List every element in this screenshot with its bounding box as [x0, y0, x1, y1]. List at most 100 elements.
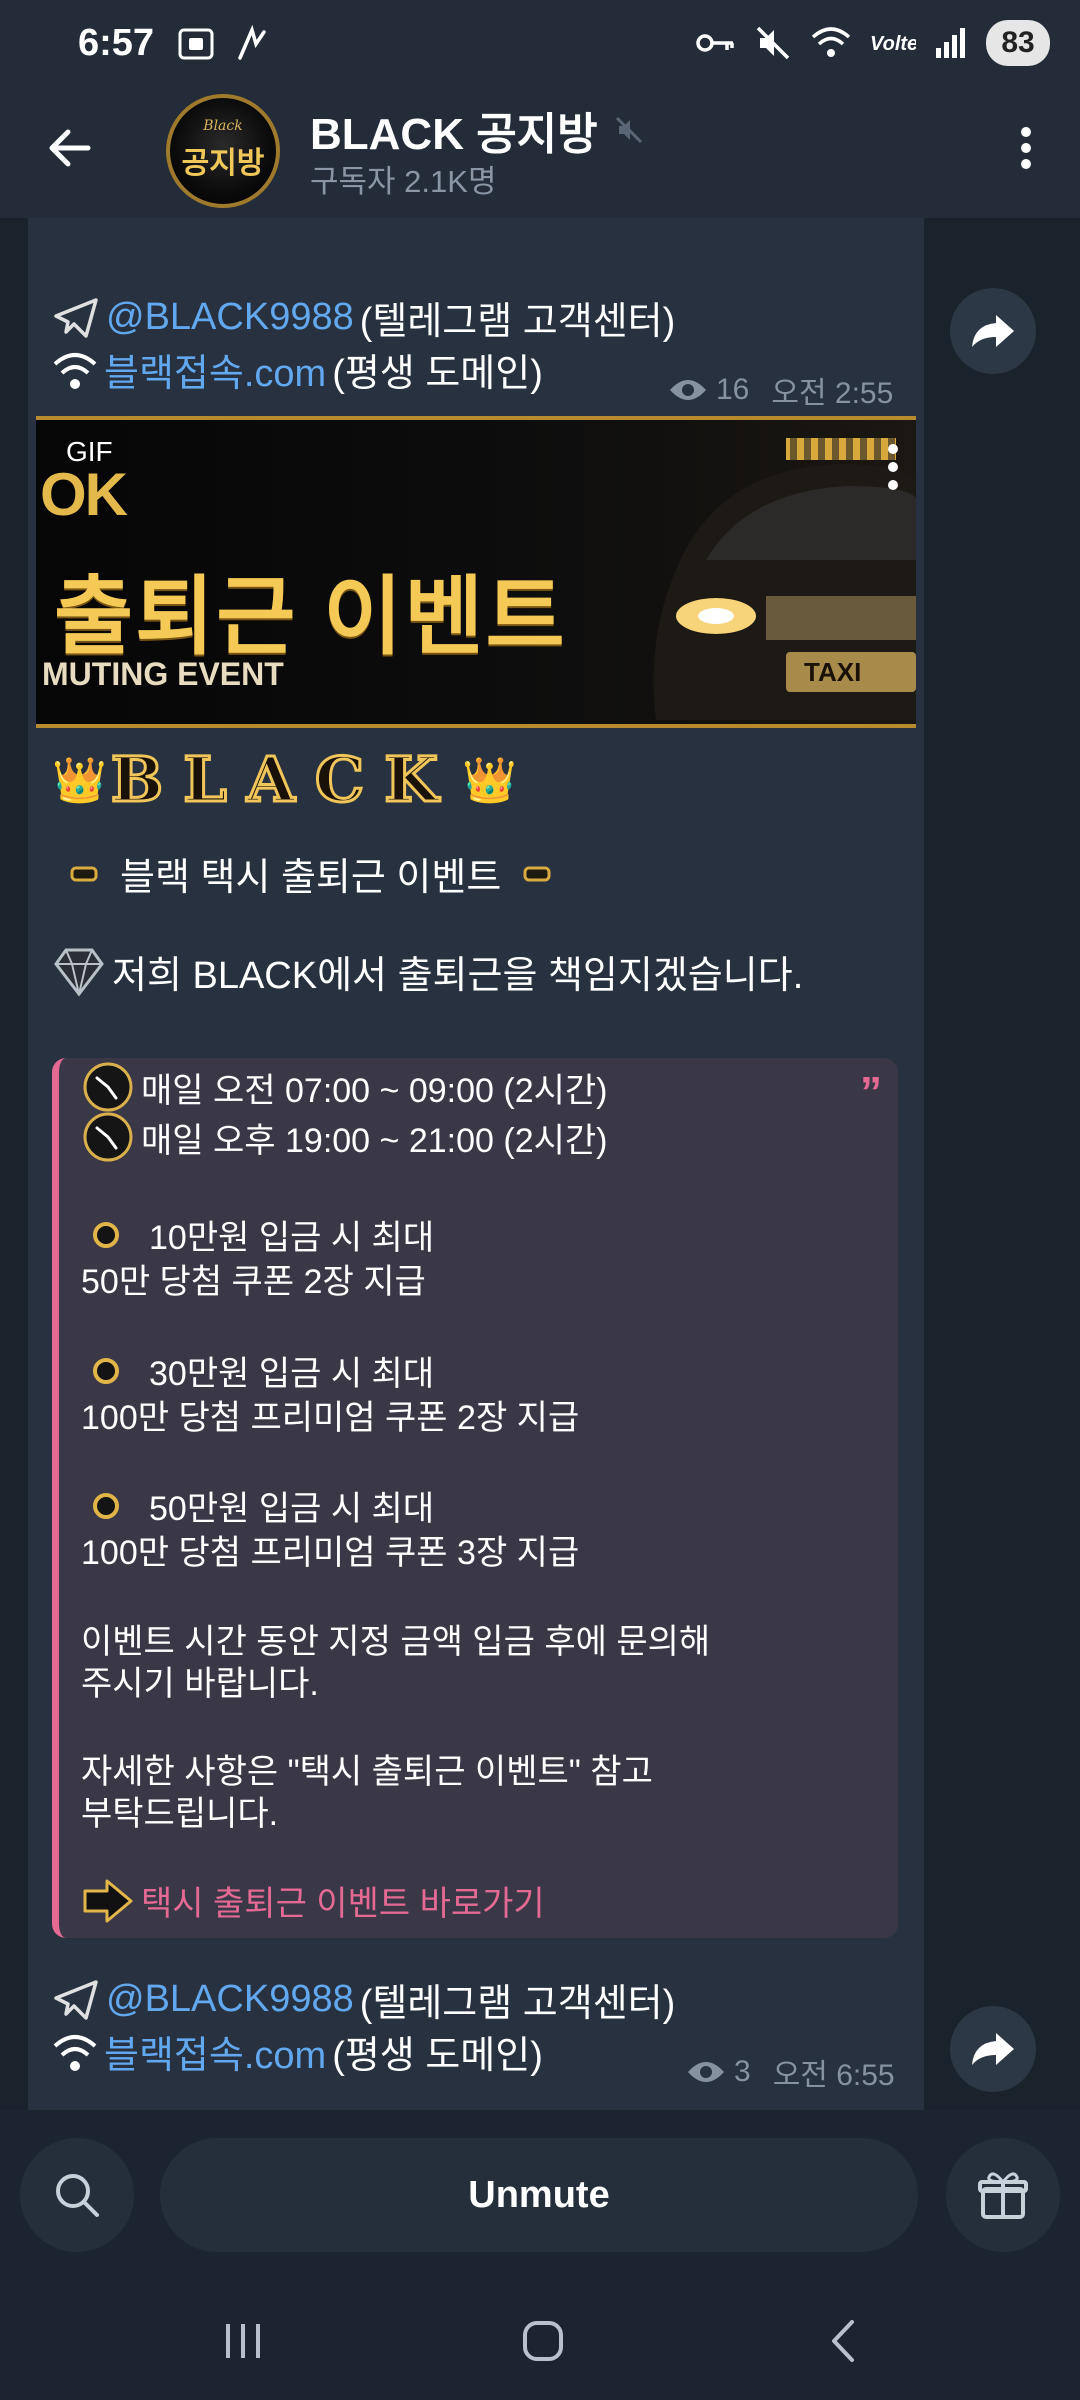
schedule-line: 매일 오후 19:00 ~ 21:00 (2시간) — [81, 1110, 608, 1164]
view-count: 16 — [716, 373, 750, 406]
telegram-suffix: (텔레그램 고객센터) — [359, 1983, 676, 2025]
headline-text: 블랙 택시 출퇴근 이벤트 — [120, 857, 502, 899]
message-time: 오전 6:55 — [772, 2059, 895, 2092]
diamond-icon — [54, 948, 104, 996]
arrow-left-icon — [49, 129, 91, 167]
taxi-badge-text: TAXI — [804, 657, 861, 687]
domain-link[interactable]: 블랙접속.com — [104, 2024, 326, 2079]
quote-icon: ” — [860, 1068, 882, 1117]
domain-line: 블랙접속.com (평생 도메인) — [52, 2024, 543, 2079]
avatar-small-text: Black — [203, 118, 243, 134]
tier-title: 50만원 입금 시 최대 — [81, 1481, 434, 1530]
note-line: 주시기 바랍니다. — [81, 1665, 319, 1703]
system-nav-bar — [0, 2280, 1080, 2400]
chevron-left-icon — [832, 2320, 854, 2362]
coin-icon — [93, 1492, 119, 1519]
telegram-handle-link[interactable]: @BLACK9988 — [106, 1978, 354, 2021]
unmute-button[interactable]: Unmute — [160, 2138, 918, 2252]
crown-icon: 👑 — [52, 754, 107, 806]
gif-subtitle: MUTING EVENT — [42, 656, 284, 692]
view-count: 3 — [734, 2055, 751, 2088]
tier-1-desc: 50만 당첨 쿠폰 2장 지급 — [81, 1263, 426, 1301]
telegram-suffix: (텔레그램 고객센터) — [359, 301, 676, 343]
share-arrow-icon — [972, 315, 1014, 347]
channel-title[interactable]: BLACK 공지방 — [310, 98, 644, 162]
home-button[interactable] — [508, 2306, 578, 2376]
schedule-evening: 매일 오후 19:00 ~ 21:00 (2시간) — [141, 1121, 608, 1160]
message-time: 오전 2:55 — [771, 377, 894, 410]
volte-icon: Volte — [870, 33, 916, 55]
event-link[interactable]: 택시 출퇴근 이벤트 바로가기 — [141, 1876, 545, 1925]
intro-line: 저희 BLACK에서 출퇴근을 책임지겠습니다. — [52, 944, 803, 999]
gif-media[interactable]: GIF OK 출퇴근 이벤트 MUTING EVENT TAXI — [36, 416, 916, 728]
search-icon — [56, 2174, 99, 2217]
schedule-morning: 매일 오전 07:00 ~ 09:00 (2시간) — [141, 1071, 608, 1110]
brand-text: BLACK — [109, 742, 459, 818]
telegram-icon — [54, 297, 98, 338]
intro-text: 저희 BLACK에서 출퇴근을 책임지겠습니다. — [112, 955, 804, 997]
channel-avatar[interactable]: Black 공지방 — [166, 94, 280, 208]
top-bar: 6:57 Volte 83 Black 공지방 BLACK 공지방 구독자 2.… — [0, 0, 1080, 218]
wifi-icon — [53, 2034, 97, 2071]
telegram-handle-link[interactable]: @BLACK9988 — [106, 296, 354, 339]
event-quote-block: ” 매일 오전 07:00 ~ 09:00 (2시간) 매일 오후 19:00 … — [52, 1058, 898, 1938]
forward-button[interactable] — [950, 2006, 1036, 2092]
event-link-line[interactable]: 택시 출퇴근 이벤트 바로가기 — [81, 1876, 545, 1925]
dash-icon — [523, 866, 551, 881]
status-bar: 6:57 Volte 83 — [0, 0, 1080, 90]
nfc-icon — [238, 24, 266, 60]
taxi-car-image: TAXI — [653, 438, 916, 720]
schedule-line: 매일 오전 07:00 ~ 09:00 (2시간) — [81, 1060, 608, 1114]
signal-icon — [936, 28, 965, 58]
channel-subscribers: 구독자 2.1K명 — [310, 164, 497, 199]
headline-line: 블랙 택시 출퇴근 이벤트 — [70, 846, 551, 901]
domain-suffix: (평생 도메인) — [332, 353, 543, 395]
coin-icon — [93, 1221, 119, 1248]
gift-icon — [978, 2172, 1028, 2219]
muted-icon — [615, 116, 642, 144]
status-time: 6:57 — [78, 22, 155, 64]
tier-2-title: 30만원 입금 시 최대 — [149, 1355, 435, 1393]
domain-suffix: (평생 도메인) — [332, 2035, 543, 2077]
telegram-line: @BLACK9988 (텔레그램 고객센터) — [52, 290, 675, 345]
more-options-button[interactable] — [996, 118, 1056, 178]
gif-text-top: OK — [40, 461, 128, 528]
search-button[interactable] — [20, 2138, 134, 2252]
key-icon — [696, 34, 734, 52]
back-button[interactable] — [40, 118, 100, 178]
gif-title: 출퇴근 이벤트 — [54, 569, 567, 665]
chat-area[interactable]: @BLACK9988 (텔레그램 고객센터) 블랙접속.com (평생 도메인)… — [0, 218, 1080, 2110]
screenshot-icon — [178, 28, 214, 60]
tier-2-desc: 100만 당첨 프리미엄 쿠폰 2장 지급 — [81, 1399, 580, 1437]
share-arrow-icon — [972, 2033, 1014, 2065]
message-meta: 16 오전 2:55 — [668, 368, 893, 412]
more-vertical-icon — [1021, 127, 1031, 169]
coin-icon — [93, 1357, 119, 1384]
clock-icon — [83, 1062, 133, 1112]
gift-button[interactable] — [946, 2138, 1060, 2252]
crown-icon: 👑 — [462, 754, 517, 806]
avatar-main-text: 공지방 — [181, 147, 265, 180]
telegram-line: @BLACK9988 (텔레그램 고객센터) — [52, 1972, 675, 2027]
brand-logo: 👑 BLACK 👑 — [52, 742, 517, 818]
back-nav-button[interactable] — [810, 2306, 880, 2376]
arrow-right-icon — [83, 1879, 133, 1922]
forward-button[interactable] — [950, 288, 1036, 374]
channel-title-text: BLACK 공지방 — [310, 110, 598, 159]
note-line: 부탁드립니다. — [81, 1795, 279, 1833]
wifi-icon — [53, 352, 97, 389]
battery-level: 83 — [986, 20, 1050, 66]
eye-icon — [670, 380, 706, 400]
wifi-icon — [811, 27, 851, 57]
svg-text:Volte: Volte — [870, 33, 916, 55]
telegram-icon — [54, 1979, 98, 2020]
domain-link[interactable]: 블랙접속.com — [104, 342, 326, 397]
recent-apps-button[interactable] — [208, 2306, 278, 2376]
bottom-bar: Unmute — [0, 2110, 1080, 2280]
gif-more-icon[interactable] — [886, 442, 900, 492]
clock-icon — [83, 1112, 133, 1162]
tier-1-title: 10만원 입금 시 최대 — [149, 1219, 435, 1257]
message-bubble[interactable]: GIF OK 출퇴근 이벤트 MUTING EVENT TAXI 👑 BLACK… — [28, 408, 924, 2110]
message-meta: 3 오전 6:55 — [686, 2050, 895, 2094]
tier-title: 30만원 입금 시 최대 — [81, 1346, 434, 1395]
